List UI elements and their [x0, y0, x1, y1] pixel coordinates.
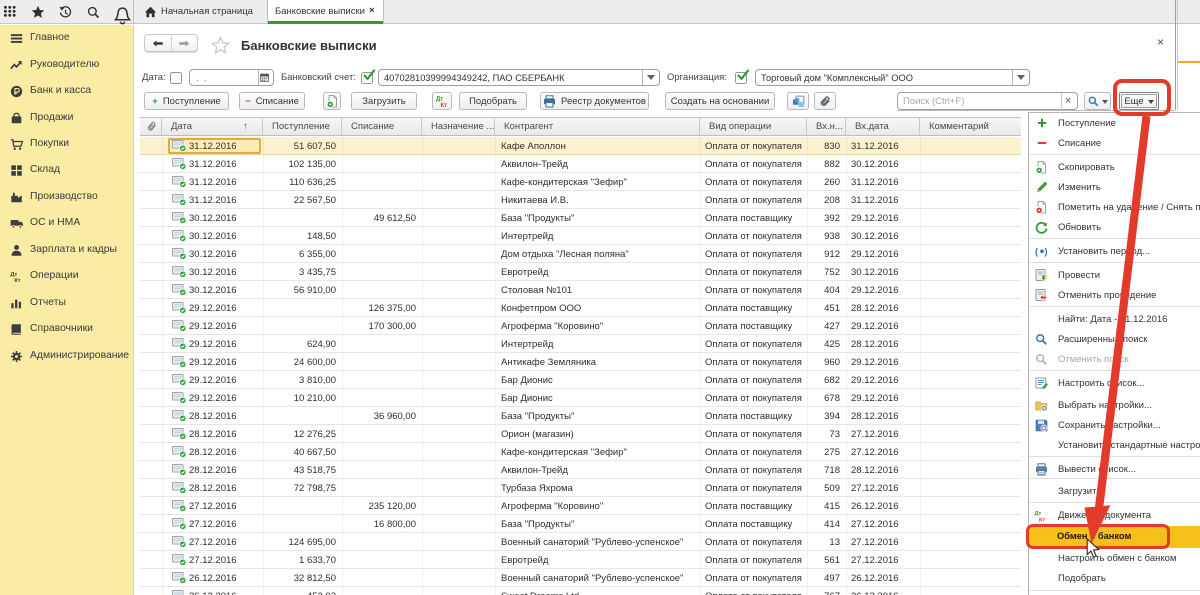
svg-text:Кт: Кт	[14, 278, 20, 283]
svg-text:(: (	[1035, 247, 1038, 257]
svg-text:Дт: Дт	[1035, 511, 1042, 517]
svg-text:Кт: Кт	[440, 103, 447, 108]
svg-text:Дт: Дт	[436, 97, 443, 103]
svg-text:): )	[1044, 247, 1047, 257]
svg-text:Кт: Кт	[1039, 517, 1045, 522]
